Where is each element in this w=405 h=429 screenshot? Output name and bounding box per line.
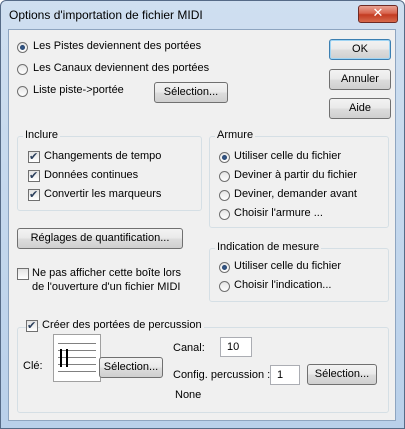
radio-track-staff-list-label[interactable]: Liste piste->portée bbox=[33, 84, 124, 96]
clef-selection-button[interactable]: Sélection... bbox=[99, 357, 163, 378]
include-group-label: Inclure bbox=[23, 129, 61, 141]
percussion-config-label: Config. percussion : bbox=[173, 369, 271, 381]
ok-button[interactable]: OK bbox=[329, 39, 391, 60]
key-use-file-label[interactable]: Utiliser celle du fichier bbox=[234, 150, 341, 162]
percussion-config-name: None bbox=[175, 389, 202, 401]
tempo-changes-label[interactable]: Changements de tempo bbox=[44, 150, 161, 162]
channel-input[interactable]: 10 bbox=[220, 337, 252, 357]
key-guess-ask-radio[interactable] bbox=[219, 190, 230, 201]
channel-label: Canal: bbox=[173, 342, 205, 354]
percussion-label[interactable]: Créer des portées de percussion bbox=[40, 319, 204, 331]
clef-label: Clé: bbox=[23, 360, 43, 372]
clef-preview bbox=[53, 334, 101, 382]
radio-channels-to-staves[interactable] bbox=[17, 64, 28, 75]
key-choose-radio[interactable] bbox=[219, 209, 230, 220]
key-guess-from-file-label[interactable]: Deviner à partir du fichier bbox=[234, 169, 357, 181]
time-signature-group-label: Indication de mesure bbox=[215, 241, 322, 253]
continuous-data-checkbox[interactable] bbox=[28, 169, 40, 182]
percussion-checkbox[interactable] bbox=[26, 319, 38, 332]
time-signature-group bbox=[209, 248, 389, 302]
close-button[interactable]: ✕ bbox=[358, 5, 398, 23]
quantize-settings-button[interactable]: Réglages de quantification... bbox=[17, 228, 183, 249]
tempo-changes-checkbox[interactable] bbox=[28, 150, 40, 163]
percussion-config-input[interactable]: 1 bbox=[270, 365, 300, 385]
key-choose-label[interactable]: Choisir l'armure ... bbox=[234, 207, 323, 219]
time-use-file-label[interactable]: Utiliser celle du fichier bbox=[234, 260, 341, 272]
close-icon: ✕ bbox=[372, 6, 384, 21]
cancel-button[interactable]: Annuler bbox=[329, 69, 391, 90]
time-choose-radio[interactable] bbox=[219, 281, 230, 292]
track-list-selection-button[interactable]: Sélection... bbox=[154, 82, 228, 103]
hide-dialog-checkbox[interactable] bbox=[17, 268, 29, 280]
convert-markers-checkbox[interactable] bbox=[28, 188, 40, 201]
title-bar[interactable]: Options d'importation de fichier MIDI ✕ bbox=[1, 1, 404, 29]
key-guess-ask-label[interactable]: Deviner, demander avant bbox=[234, 188, 357, 200]
convert-markers-label[interactable]: Convertir les marqueurs bbox=[44, 188, 161, 200]
radio-tracks-to-staves-label[interactable]: Les Pistes deviennent des portées bbox=[33, 40, 201, 52]
time-use-file-radio[interactable] bbox=[219, 262, 230, 273]
radio-track-staff-list[interactable] bbox=[17, 86, 28, 97]
time-choose-label[interactable]: Choisir l'indication... bbox=[234, 279, 331, 291]
continuous-data-label[interactable]: Données continues bbox=[44, 169, 138, 181]
radio-channels-to-staves-label[interactable]: Les Canaux deviennent des portées bbox=[33, 62, 209, 74]
key-guess-from-file-radio[interactable] bbox=[219, 171, 230, 182]
percussion-config-selection-button[interactable]: Sélection... bbox=[307, 364, 377, 385]
window-title: Options d'importation de fichier MIDI bbox=[9, 8, 203, 22]
dialog-body: Les Pistes deviennent des portées Les Ca… bbox=[8, 29, 396, 421]
key-signature-group-label: Armure bbox=[215, 129, 256, 141]
radio-tracks-to-staves[interactable] bbox=[17, 42, 28, 53]
help-button[interactable]: Aide bbox=[329, 98, 391, 119]
key-use-file-radio[interactable] bbox=[219, 152, 230, 163]
hide-dialog-label-line2[interactable]: de l'ouverture d'un fichier MIDI bbox=[32, 281, 181, 293]
percussion-clef-icon bbox=[60, 349, 68, 367]
dialog-window: Options d'importation de fichier MIDI ✕ … bbox=[0, 0, 405, 429]
hide-dialog-label-line1[interactable]: Ne pas afficher cette boîte lors bbox=[32, 267, 181, 279]
